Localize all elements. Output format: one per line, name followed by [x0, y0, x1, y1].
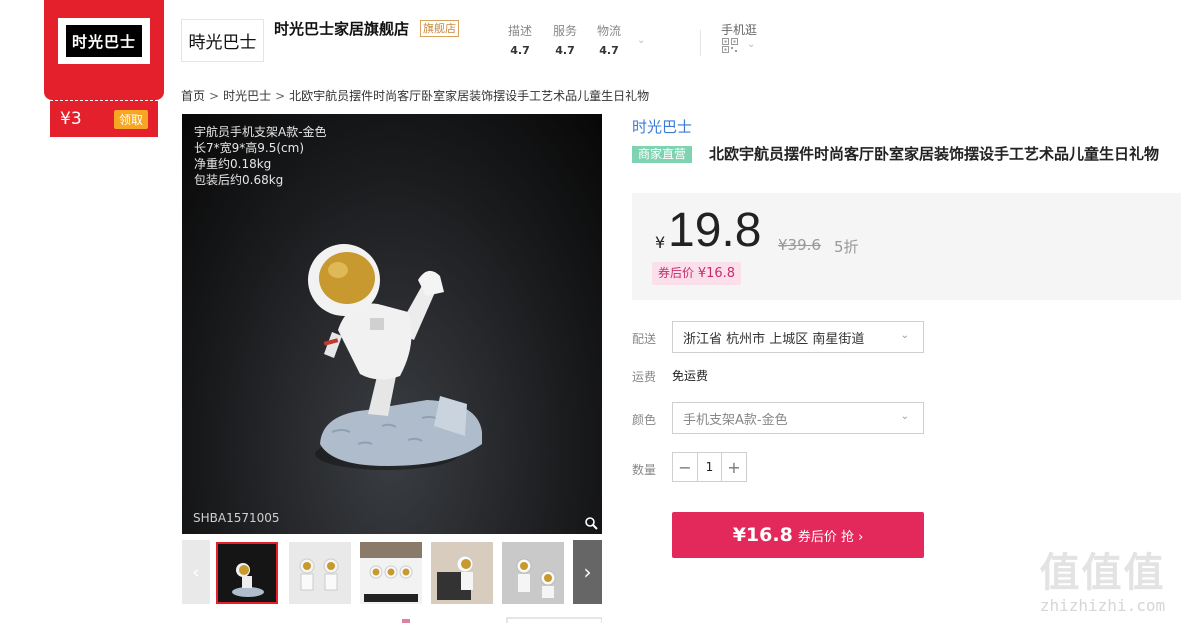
- chevron-down-icon: ⌄: [900, 330, 909, 341]
- thumbnail-prev-button[interactable]: ‹: [182, 540, 210, 604]
- rating-value: 4.7: [555, 44, 575, 57]
- chevron-down-icon: ⌄: [900, 411, 909, 422]
- caption-line: 长7*宽9*高9.5(cm): [194, 141, 305, 155]
- quantity-label: 数量: [632, 463, 657, 477]
- discount-rate: 5折: [834, 238, 859, 256]
- rating-value: 4.7: [510, 44, 530, 57]
- thumbnail-5[interactable]: [502, 542, 564, 604]
- coupon-header: 时光巴士: [44, 0, 164, 100]
- rating-description: 描述 4.7: [505, 22, 535, 57]
- rating-logistics: 物流 4.7: [594, 22, 624, 57]
- coupon-shop-logo: 时光巴士: [58, 18, 150, 64]
- watermark-logo: 值值值: [1039, 550, 1166, 596]
- header-divider: [700, 30, 701, 56]
- caption-line: 包装后约0.68kg: [194, 173, 284, 187]
- below-gallery-actions: [182, 614, 602, 623]
- rating-label: 描述: [507, 24, 532, 38]
- shop-coupon[interactable]: 时光巴士 ¥3 领取: [44, 0, 164, 138]
- buy-button-label: 券后价 抢 ›: [797, 529, 864, 545]
- thumbnail-image: [431, 542, 493, 604]
- after-coupon-price-badge: 券后价 ¥16.8: [652, 262, 742, 285]
- brand-link[interactable]: 时光巴士: [632, 116, 692, 137]
- watermark-url: zhizhizhi.com: [1039, 596, 1166, 615]
- shipping-address-select[interactable]: 浙江省 杭州市 上城区 南星街道 ⌄: [672, 321, 924, 353]
- coupon-claim-button[interactable]: 领取: [113, 109, 148, 129]
- breadcrumb-separator: >: [275, 89, 286, 103]
- site-watermark: 值值值 zhizhizhi.com: [1030, 540, 1175, 616]
- rating-label: 服务: [552, 24, 577, 38]
- gallery-actions-partial: [402, 617, 602, 623]
- buy-button-price: ¥16.8: [732, 524, 793, 546]
- thumbnail-image: [289, 542, 351, 604]
- product-title: 北欧宇航员摆件时尚客厅卧室家居装饰摆设手工艺术品儿童生日礼物: [709, 145, 1160, 163]
- after-coupon-value: ¥16.8: [697, 266, 736, 281]
- buy-with-coupon-button[interactable]: ¥16.8 券后价 抢 ›: [672, 512, 924, 558]
- coupon-footer: ¥3 领取: [50, 100, 158, 137]
- caption-line: 净重约0.18kg: [194, 157, 272, 171]
- breadcrumb-separator: >: [209, 89, 220, 103]
- image-caption: 宇航员手机支架A款-金色 长7*宽9*高9.5(cm) 净重约0.18kg 包装…: [194, 124, 327, 188]
- current-price: 19.8: [668, 204, 762, 257]
- breadcrumb-current: 北欧宇航员摆件时尚客厅卧室家居装饰摆设手工艺术品儿童生日礼物: [289, 89, 650, 103]
- original-price: ¥39.6: [778, 236, 821, 254]
- mobile-shop-label[interactable]: 手机逛: [721, 21, 757, 38]
- breadcrumb-shop[interactable]: 时光巴士: [223, 89, 271, 103]
- ratings-expand-chevron-icon[interactable]: ⌄: [637, 35, 645, 46]
- coupon-amount: ¥3: [60, 109, 82, 129]
- quantity-increase-button[interactable]: +: [722, 453, 746, 481]
- breadcrumb-home[interactable]: 首页: [181, 89, 205, 103]
- rating-label: 物流: [596, 24, 621, 38]
- after-coupon-label: 券后价: [658, 266, 695, 280]
- freight-value: 免运费: [672, 369, 709, 383]
- coupon-logo-text: 时光巴士: [66, 25, 142, 57]
- shop-logo[interactable]: 時光巴士: [181, 19, 264, 62]
- qr-code-icon[interactable]: [722, 38, 738, 53]
- thumbnail-image: [360, 542, 422, 604]
- shipping-label: 配送: [632, 332, 657, 346]
- color-select-value: 手机支架A款-金色: [683, 412, 788, 428]
- thumbnail-next-button[interactable]: ›: [573, 540, 602, 604]
- thumbnail-image: [502, 542, 564, 604]
- thumbnail-image: [218, 544, 276, 602]
- rating-service: 服务 4.7: [550, 22, 580, 57]
- thumbnail-4[interactable]: [431, 542, 493, 604]
- shipping-address-value: 浙江省 杭州市 上城区 南星街道: [683, 331, 865, 347]
- quantity-input[interactable]: 1: [697, 453, 722, 481]
- thumbnail-3[interactable]: [360, 542, 422, 604]
- zoom-icon[interactable]: [584, 516, 598, 530]
- color-label: 颜色: [632, 413, 657, 427]
- quantity-stepper: − 1 +: [672, 452, 747, 482]
- price-currency: ¥: [655, 233, 666, 252]
- rating-value: 4.7: [599, 44, 619, 57]
- merchant-direct-tag: 商家直营: [632, 146, 693, 163]
- thumbnail-1[interactable]: [216, 542, 278, 604]
- flagship-badge: 旗舰店: [420, 20, 459, 37]
- freight-label: 运费: [632, 370, 657, 384]
- color-select[interactable]: 手机支架A款-金色 ⌄: [672, 402, 924, 434]
- thumbnail-2[interactable]: [289, 542, 351, 604]
- breadcrumb: 首页 > 时光巴士 > 北欧宇航员摆件时尚客厅卧室家居装饰摆设手工艺术品儿童生日礼物: [181, 87, 649, 104]
- shop-name[interactable]: 时光巴士家居旗舰店: [274, 18, 409, 39]
- quantity-decrease-button[interactable]: −: [673, 453, 697, 481]
- qr-expand-chevron-icon[interactable]: ⌄: [747, 39, 755, 50]
- image-sku: SHBA1571005: [193, 511, 280, 525]
- caption-line: 宇航员手机支架A款-金色: [194, 125, 327, 139]
- main-product-image[interactable]: 宇航员手机支架A款-金色 长7*宽9*高9.5(cm) 净重约0.18kg 包装…: [182, 114, 602, 534]
